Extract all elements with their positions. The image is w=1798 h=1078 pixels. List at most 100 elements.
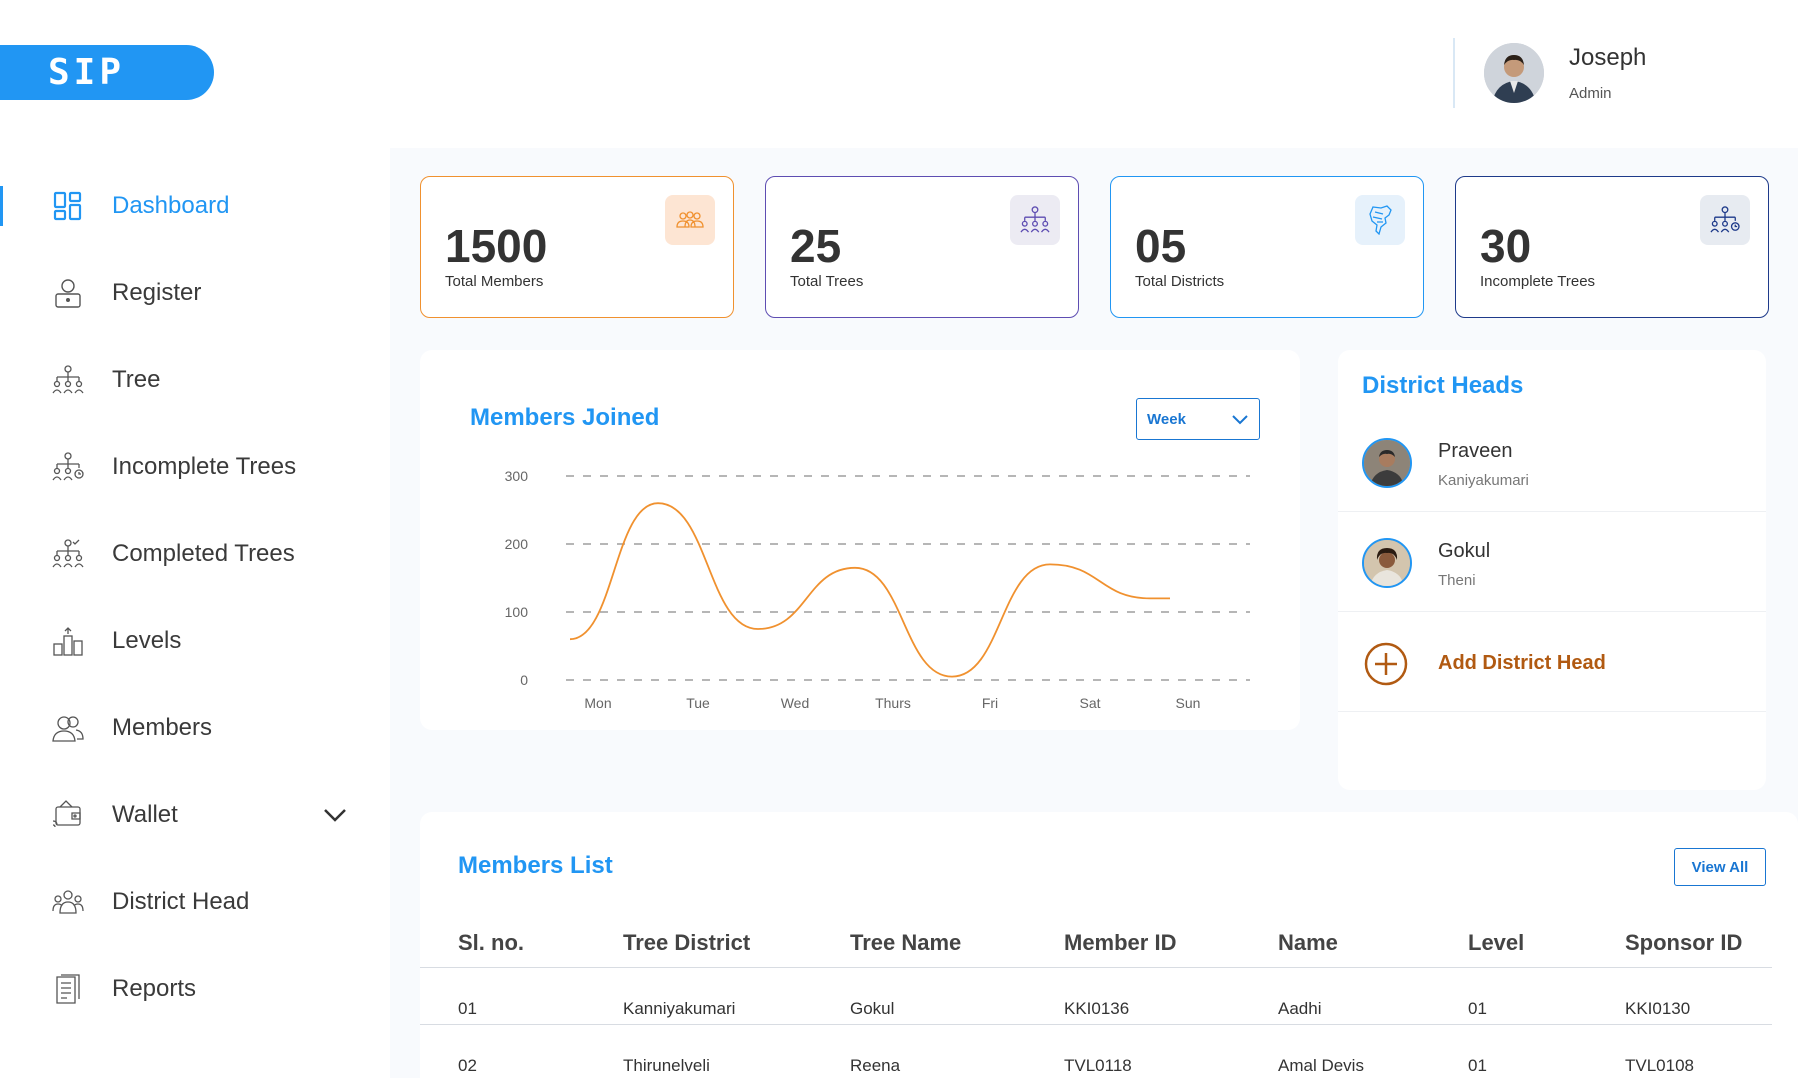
district-head-icon (50, 884, 86, 920)
add-district-head-button[interactable]: Add District Head (1338, 612, 1766, 712)
table-cell: 02 (458, 1056, 477, 1075)
table-cell: Aadhi (1278, 999, 1322, 1018)
x-tick-label: Mon (584, 695, 611, 711)
x-tick-label: Fri (982, 695, 998, 711)
sidebar-item-label: District Head (112, 888, 250, 915)
stat-value: 1500 (445, 220, 548, 272)
district-head-item[interactable]: Gokul Theni (1338, 512, 1766, 612)
sidebar-item-label: Completed Trees (112, 540, 295, 567)
sidebar-item-label: Members (112, 714, 213, 741)
members-list-panel: Members List View All Sl. no. Tree Distr… (420, 812, 1798, 1078)
sidebar-item-district-head[interactable]: District Head (0, 872, 390, 932)
district-head-district: Kaniyakumari (1438, 472, 1529, 489)
add-circle-icon (1364, 642, 1408, 686)
user-name: Joseph (1569, 44, 1647, 71)
table-cell: Amal Devis (1278, 1056, 1364, 1075)
x-tick-label: Tue (686, 695, 710, 711)
stat-value: 05 (1135, 220, 1187, 272)
x-tick-label: Sat (1079, 695, 1100, 711)
sidebar-item-register[interactable]: Register (0, 263, 390, 323)
x-tick-label: Thurs (875, 695, 911, 711)
table-divider (420, 1024, 1772, 1025)
table-cell: KKI0136 (1064, 999, 1130, 1018)
sidebar-item-incomplete-trees[interactable]: Incomplete Trees (0, 437, 390, 497)
district-head-name: Praveen (1438, 440, 1513, 462)
completed-tree-icon (50, 536, 86, 572)
stat-card-incomplete-trees[interactable]: 30 Incomplete Trees (1455, 176, 1769, 318)
column-header[interactable]: Member ID (1064, 930, 1176, 956)
stat-label: Total Members (445, 273, 544, 290)
y-tick-label: 200 (505, 536, 529, 552)
main-content: 1500 Total Members 25 Total Trees 05 Tot… (390, 148, 1798, 1078)
view-all-button[interactable]: View All (1674, 848, 1766, 886)
stat-card-total-trees[interactable]: 25 Total Trees (765, 176, 1079, 318)
tree-icon (1010, 195, 1060, 245)
sidebar-item-label: Incomplete Trees (112, 453, 297, 480)
sidebar-item-label: Tree (112, 366, 161, 393)
sidebar-item-label: Dashboard (112, 192, 230, 219)
top-header: SIP Joseph Admin (0, 0, 1798, 148)
column-header[interactable]: Sl. no. (458, 930, 524, 956)
stat-card-total-members[interactable]: 1500 Total Members (420, 176, 734, 318)
sidebar: Dashboard Register Tree Incomplete Trees… (0, 148, 390, 1078)
stat-label: Total Districts (1135, 273, 1225, 290)
district-heads-panel: District Heads Praveen Kaniyakumari Goku… (1338, 350, 1766, 790)
stat-value: 25 (790, 220, 842, 272)
sidebar-item-dashboard[interactable]: Dashboard (0, 176, 390, 236)
avatar (1362, 438, 1412, 488)
tree-icon (50, 362, 86, 398)
wallet-icon (50, 797, 86, 833)
series-line (569, 502, 1170, 678)
stat-card-total-districts[interactable]: 05 Total Districts (1110, 176, 1424, 318)
table-cell: Thirunelveli (623, 1056, 710, 1075)
sidebar-item-completed-trees[interactable]: Completed Trees (0, 524, 390, 584)
logo[interactable]: SIP (0, 45, 214, 100)
table-cell: Reena (850, 1056, 901, 1075)
dashboard-icon (50, 188, 86, 224)
members-list-title: Members List (458, 852, 613, 879)
logo-text: SIP (48, 52, 126, 93)
chevron-down-icon[interactable] (320, 800, 350, 830)
members-joined-chart: 300 200 100 0 Mon Tue Wed Thurs Fri Sat Sun (505, 468, 1250, 711)
register-icon (50, 275, 86, 311)
district-head-district: Theni (1438, 572, 1476, 589)
sidebar-item-levels[interactable]: Levels (0, 611, 390, 671)
table-cell: TVL0118 (1064, 1056, 1132, 1075)
district-heads-title: District Heads (1362, 372, 1524, 399)
sidebar-item-label: Levels (112, 627, 182, 654)
user-avatar[interactable] (1484, 43, 1544, 103)
table-cell: 01 (1468, 999, 1487, 1018)
incomplete-tree-icon (1700, 195, 1750, 245)
table-cell: Kanniyakumari (623, 999, 736, 1018)
table-cell: Gokul (850, 999, 895, 1018)
column-header[interactable]: Tree Name (850, 930, 961, 956)
sidebar-item-tree[interactable]: Tree (0, 350, 390, 410)
stat-value: 30 (1480, 220, 1532, 272)
table-divider (420, 967, 1772, 968)
levels-icon (50, 623, 86, 659)
avatar (1362, 538, 1412, 588)
reports-icon (50, 971, 86, 1007)
incomplete-tree-icon (50, 449, 86, 485)
sidebar-item-reports[interactable]: Reports (0, 959, 390, 1019)
column-header[interactable]: Name (1278, 930, 1338, 956)
stat-label: Total Trees (790, 273, 864, 290)
column-header[interactable]: Level (1468, 930, 1524, 956)
sidebar-item-wallet[interactable]: Wallet (0, 785, 390, 845)
column-header[interactable]: Tree District (623, 930, 750, 956)
district-head-item[interactable]: Praveen Kaniyakumari (1338, 412, 1766, 512)
table-cell: TVL0108 (1625, 1056, 1694, 1075)
members-joined-panel: Members Joined Week 300 200 100 0 Mon Tue Wed T… (420, 350, 1300, 730)
map-icon (1355, 195, 1405, 245)
sidebar-item-members[interactable]: Members (0, 698, 390, 758)
column-header[interactable]: Sponsor ID (1625, 930, 1742, 956)
x-tick-label: Sun (1176, 695, 1201, 711)
table-cell: KKI0130 (1625, 999, 1691, 1018)
x-tick-label: Wed (781, 695, 810, 711)
group-icon (665, 195, 715, 245)
members-icon (50, 710, 86, 746)
stat-label: Incomplete Trees (1480, 273, 1596, 290)
add-district-head-label: Add District Head (1438, 652, 1606, 674)
sidebar-item-label: Wallet (112, 801, 178, 828)
table-cell: 01 (1468, 1056, 1487, 1075)
